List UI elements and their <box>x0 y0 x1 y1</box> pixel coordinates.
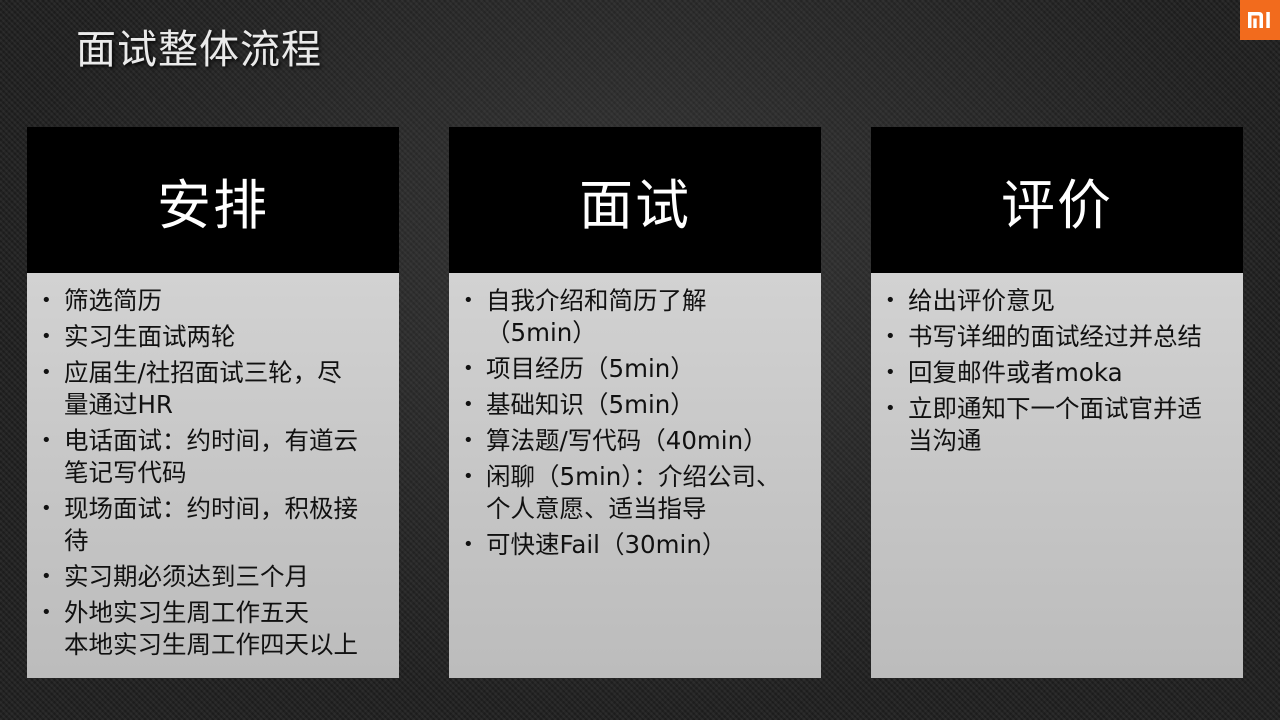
list-item-text: 实习期必须达到三个月 <box>64 562 309 591</box>
list-item: • 可快速Fail（30min） <box>459 529 807 561</box>
column-heading: 面试 <box>449 127 821 273</box>
bullet-icon: • <box>885 326 896 347</box>
bullet-icon: • <box>885 398 896 419</box>
bullet-icon: • <box>41 498 52 519</box>
bullet-list: • 给出评价意见 • 书写详细的面试经过并总结 • 回复邮件或者moka • 立即通知下… <box>881 285 1229 457</box>
list-item-text: 应届生/社招面试三轮，尽 量通过HR <box>64 358 342 419</box>
list-item-text: 自我介绍和简历了解 （5min） <box>486 286 707 347</box>
list-item: • 回复邮件或者moka <box>881 357 1229 389</box>
list-item: • 筛选简历 <box>37 285 385 317</box>
list-item: • 现场面试：约时间，积极接 待 <box>37 493 385 557</box>
bullet-icon: • <box>463 430 474 451</box>
list-item-text: 给出评价意见 <box>908 286 1055 315</box>
list-item: • 电话面试：约时间，有道云 笔记写代码 <box>37 425 385 489</box>
column-body: • 筛选简历 • 实习生面试两轮 • 应届生/社招面试三轮，尽 量通过HR • 电话面试… <box>27 273 399 678</box>
list-item: • 实习期必须达到三个月 <box>37 561 385 593</box>
column-interview: 面试 • 自我介绍和简历了解 （5min） • 项目经历（5min） • 基础知识（5… <box>449 127 821 678</box>
column-evaluate: 评价 • 给出评价意见 • 书写详细的面试经过并总结 • 回复邮件或者moka • 立即… <box>871 127 1243 678</box>
bullet-icon: • <box>463 394 474 415</box>
slide-title: 面试整体流程 <box>76 27 322 73</box>
list-item: • 外地实习生周工作五天 本地实习生周工作四天以上 <box>37 597 385 661</box>
list-item-text: 项目经历（5min） <box>486 354 695 383</box>
bullet-icon: • <box>885 362 896 383</box>
list-item: • 项目经历（5min） <box>459 353 807 385</box>
list-item-text: 电话面试：约时间，有道云 笔记写代码 <box>64 426 358 487</box>
list-item: • 实习生面试两轮 <box>37 321 385 353</box>
list-item-text: 算法题/写代码（40min） <box>486 426 768 455</box>
list-item: • 立即通知下一个面试官并适 当沟通 <box>881 393 1229 457</box>
column-body: • 给出评价意见 • 书写详细的面试经过并总结 • 回复邮件或者moka • 立即通知下… <box>871 273 1243 678</box>
column-arrange: 安排 • 筛选简历 • 实习生面试两轮 • 应届生/社招面试三轮，尽 量通过HR • 电… <box>27 127 399 678</box>
bullet-icon: • <box>463 466 474 487</box>
bullet-icon: • <box>885 290 896 311</box>
bullet-icon: • <box>41 362 52 383</box>
bullet-icon: • <box>463 358 474 379</box>
list-item: • 算法题/写代码（40min） <box>459 425 807 457</box>
list-item: • 闲聊（5min）：介绍公司、 个人意愿、适当指导 <box>459 461 807 525</box>
list-item-text: 现场面试：约时间，积极接 待 <box>64 494 358 555</box>
list-item-text: 实习生面试两轮 <box>64 322 236 351</box>
bullet-icon: • <box>463 290 474 311</box>
list-item-text: 筛选简历 <box>64 286 162 315</box>
bullet-icon: • <box>41 290 52 311</box>
list-item-text: 书写详细的面试经过并总结 <box>908 322 1202 351</box>
list-item-text: 可快速Fail（30min） <box>486 530 727 559</box>
bullet-list: • 筛选简历 • 实习生面试两轮 • 应届生/社招面试三轮，尽 量通过HR • 电话面试… <box>37 285 385 661</box>
bullet-icon: • <box>463 534 474 555</box>
bullet-list: • 自我介绍和简历了解 （5min） • 项目经历（5min） • 基础知识（5min… <box>459 285 807 561</box>
list-item-text: 基础知识（5min） <box>486 390 695 419</box>
list-item: • 应届生/社招面试三轮，尽 量通过HR <box>37 357 385 421</box>
mi-logo-icon <box>1240 0 1280 40</box>
column-heading: 评价 <box>871 127 1243 273</box>
bullet-icon: • <box>41 326 52 347</box>
list-item-text: 回复邮件或者moka <box>908 358 1123 387</box>
bullet-icon: • <box>41 602 52 623</box>
bullet-icon: • <box>41 566 52 587</box>
list-item: • 基础知识（5min） <box>459 389 807 421</box>
list-item-text: 闲聊（5min）：介绍公司、 个人意愿、适当指导 <box>486 462 781 523</box>
list-item-text: 外地实习生周工作五天 本地实习生周工作四天以上 <box>64 598 358 659</box>
column-heading: 安排 <box>27 127 399 273</box>
column-body: • 自我介绍和简历了解 （5min） • 项目经历（5min） • 基础知识（5min… <box>449 273 821 678</box>
list-item-text: 立即通知下一个面试官并适 当沟通 <box>908 394 1202 455</box>
bullet-icon: • <box>41 430 52 451</box>
list-item: • 给出评价意见 <box>881 285 1229 317</box>
list-item: • 自我介绍和简历了解 （5min） <box>459 285 807 349</box>
list-item: • 书写详细的面试经过并总结 <box>881 321 1229 353</box>
